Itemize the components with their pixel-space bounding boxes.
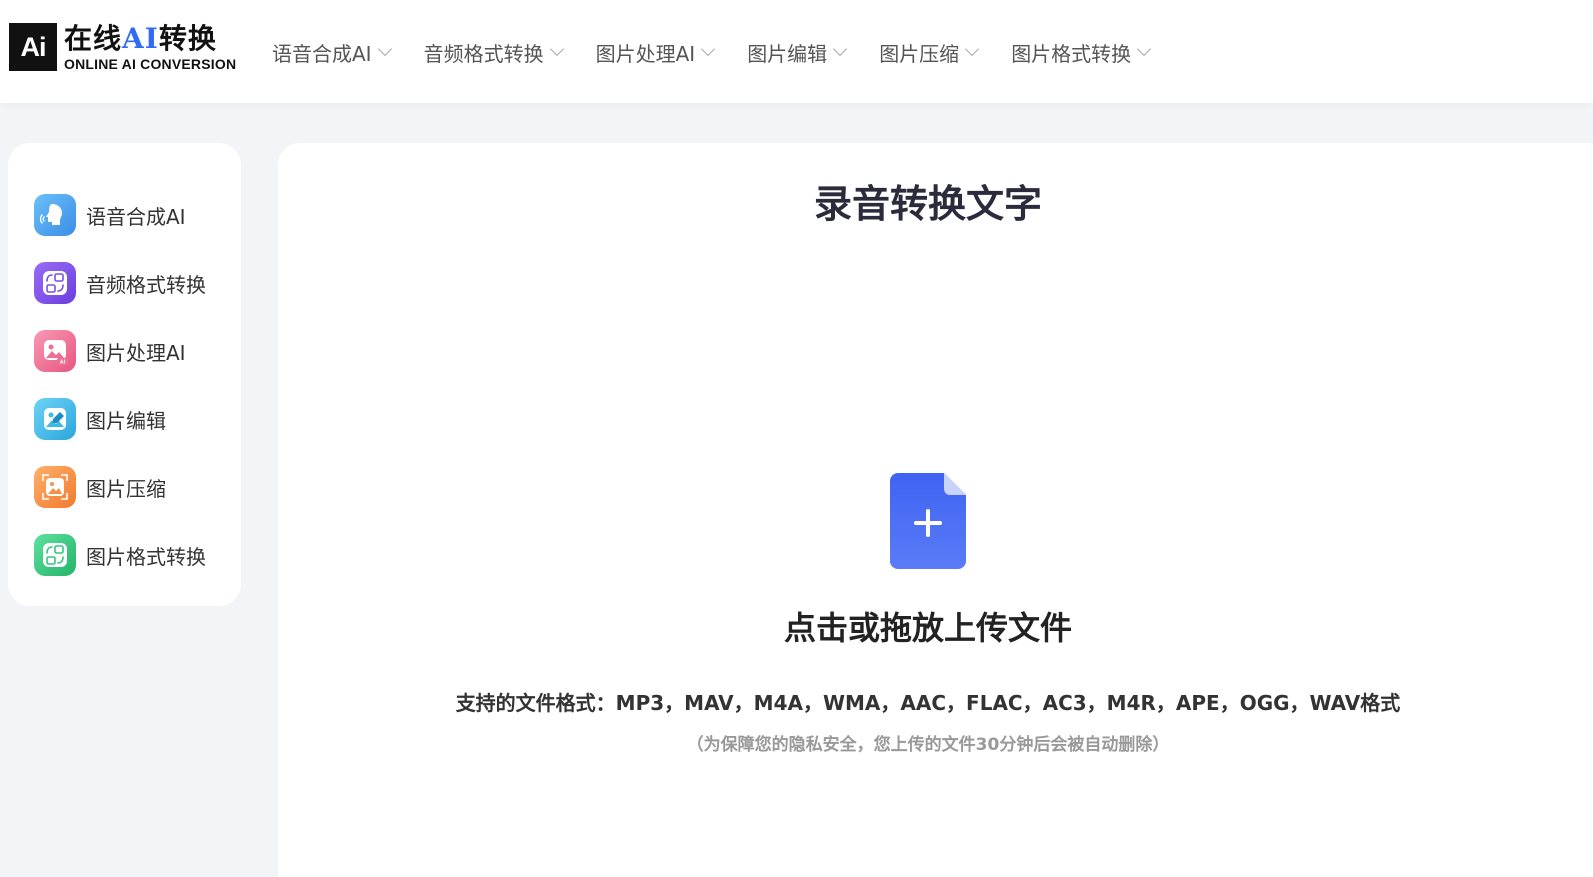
sidebar-item-image-ai[interactable]: AI 图片处理AI (8, 317, 241, 385)
chevron-down-icon (549, 41, 564, 57)
sidebar-item-label: 图片编辑 (86, 408, 166, 433)
nav-label: 音频格式转换 (423, 41, 544, 66)
logo-cn-post: 转换 (158, 22, 217, 55)
image-edit-icon (34, 398, 76, 440)
logo-en: ONLINE AI CONVERSION (64, 56, 237, 72)
sidebar-item-voice-synthesis[interactable]: 语音合成AI (8, 181, 241, 249)
site-logo[interactable]: Ai 在线AI转换 ONLINE AI CONVERSION (9, 20, 236, 74)
sidebar-item-label: 音频格式转换 (86, 272, 206, 297)
sidebar-item-label: 图片处理AI (86, 340, 186, 365)
chevron-down-icon (701, 41, 716, 57)
privacy-note: （为保障您的隐私安全，您上传的文件30分钟后会被自动删除） (686, 735, 1170, 755)
image-convert-icon (34, 534, 76, 576)
main-panel: 录音转换文字 点击或拖放上传文件 支持的文件格式：MP3，MAV，M4A，WMA… (278, 143, 1593, 877)
logo-text: 在线AI转换 ONLINE AI CONVERSION (64, 22, 236, 72)
sidebar-item-label: 语音合成AI (86, 204, 186, 229)
nav-item-image-ai[interactable]: 图片处理AI (595, 38, 716, 67)
voice-synthesis-icon (34, 194, 76, 236)
file-add-icon (890, 473, 966, 569)
nav-item-image-edit[interactable]: 图片编辑 (747, 38, 848, 67)
chevron-down-icon (965, 41, 980, 57)
sidebar-item-image-edit[interactable]: 图片编辑 (8, 385, 241, 453)
upload-dropzone[interactable]: 点击或拖放上传文件 支持的文件格式：MP3，MAV，M4A，WMA，AAC，FL… (278, 473, 1578, 755)
logo-mark: Ai (9, 23, 57, 71)
nav-item-image-convert[interactable]: 图片格式转换 (1011, 38, 1152, 67)
nav-label: 图片处理AI (595, 41, 696, 66)
svg-text:AI: AI (60, 360, 66, 366)
nav-label: 图片格式转换 (1011, 41, 1132, 66)
sidebar-item-label: 图片格式转换 (86, 544, 206, 569)
chevron-down-icon (377, 41, 392, 57)
image-compress-icon (34, 466, 76, 508)
logo-cn-ai: AI (122, 22, 159, 55)
upload-title: 点击或拖放上传文件 (783, 609, 1072, 647)
chevron-down-icon (833, 41, 848, 57)
top-header: Ai 在线AI转换 ONLINE AI CONVERSION 语音合成AI 音频… (0, 0, 1593, 103)
nav-label: 语音合成AI (272, 41, 372, 66)
page-title: 录音转换文字 (813, 182, 1042, 226)
chevron-down-icon (1137, 41, 1152, 57)
sidebar-item-audio-convert[interactable]: 音频格式转换 (8, 249, 241, 317)
nav-item-voice-synthesis[interactable]: 语音合成AI (272, 38, 392, 67)
nav-item-image-compress[interactable]: 图片压缩 (879, 38, 980, 67)
nav-item-audio-convert[interactable]: 音频格式转换 (423, 38, 564, 67)
sidebar-item-label: 图片压缩 (86, 476, 166, 501)
audio-convert-icon (34, 262, 76, 304)
nav-label: 图片压缩 (879, 41, 960, 66)
logo-cn: 在线AI转换 (64, 22, 236, 56)
main-nav: 语音合成AI 音频格式转换 图片处理AI 图片编辑 图片压缩 图片格式转换 (272, 33, 1183, 71)
sidebar-item-image-convert[interactable]: 图片格式转换 (8, 521, 241, 589)
supported-formats-text: 支持的文件格式：MP3，MAV，M4A，WMA，AAC，FLAC，AC3，M4R… (455, 691, 1401, 715)
sidebar-item-image-compress[interactable]: 图片压缩 (8, 453, 241, 521)
image-ai-icon: AI (34, 330, 76, 372)
logo-cn-pre: 在线 (64, 22, 123, 55)
nav-label: 图片编辑 (747, 41, 828, 66)
sidebar: 语音合成AI 音频格式转换 AI 图片处理AI 图片编辑 图片压缩 图片格式转换 (8, 143, 241, 606)
